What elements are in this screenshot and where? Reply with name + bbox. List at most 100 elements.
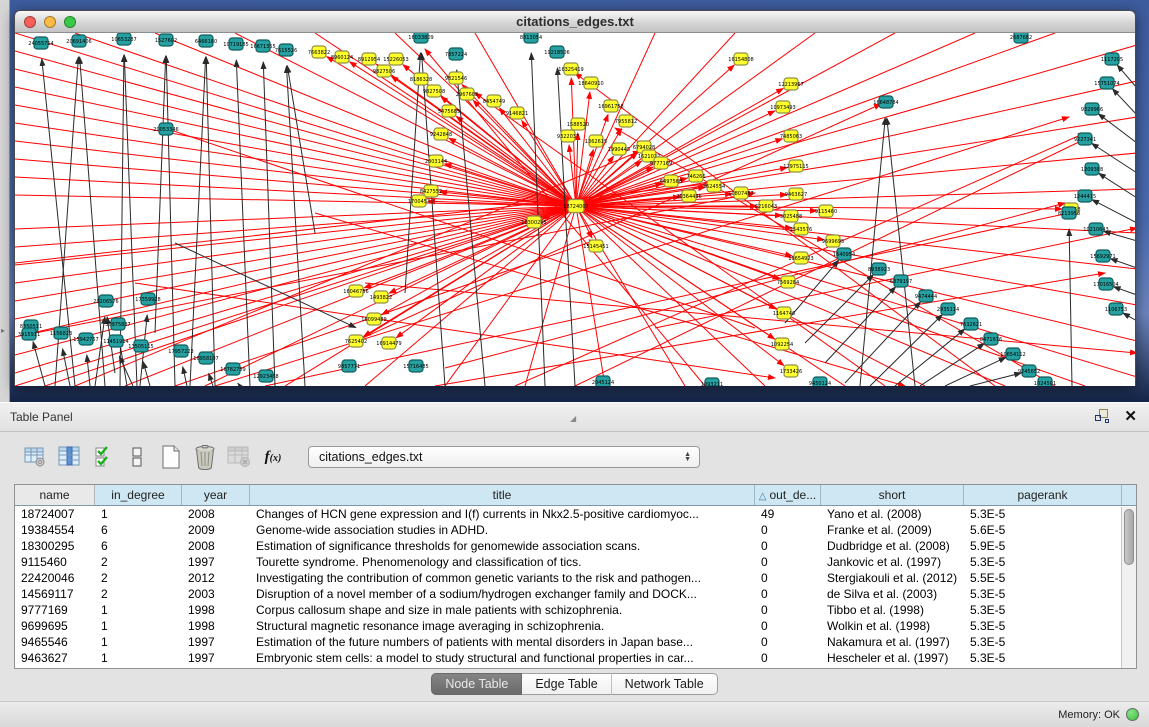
close-window-icon[interactable] bbox=[24, 16, 36, 28]
graph-node[interactable]: 20053346 bbox=[153, 123, 178, 135]
graph-node[interactable]: 10210643 bbox=[1083, 223, 1108, 235]
delete-column-icon[interactable] bbox=[190, 443, 220, 471]
graph-node[interactable]: 8186328 bbox=[410, 73, 432, 85]
graph-node[interactable]: 15692971 bbox=[1090, 250, 1115, 262]
graph-node[interactable]: 15716485 bbox=[403, 360, 428, 372]
graph-node[interactable]: 3025488 bbox=[780, 210, 802, 222]
network-canvas[interactable]: 24055714 20691406 10653287 1527602 6466160 10… bbox=[15, 33, 1135, 386]
graph-node[interactable]: 2935114 bbox=[937, 303, 959, 315]
graph-node[interactable]: 8813054 bbox=[520, 33, 542, 43]
graph-node[interactable]: 10719185 bbox=[223, 38, 248, 50]
table-row[interactable]: 1938455462009Genome-wide association stu… bbox=[15, 522, 1136, 538]
graph-node[interactable]: 1733426 bbox=[780, 365, 802, 377]
create-column-icon[interactable] bbox=[156, 443, 186, 471]
column-header-title[interactable]: title bbox=[250, 485, 755, 505]
column-header-short[interactable]: short bbox=[821, 485, 964, 505]
graph-node[interactable]: 2543576 bbox=[790, 223, 812, 235]
graph-node[interactable]: 9857771 bbox=[338, 360, 360, 372]
graph-node[interactable]: 7615526 bbox=[275, 44, 297, 56]
float-panel-icon[interactable] bbox=[1095, 409, 1110, 424]
table-row[interactable]: 946362711997Embryonic stem cells: a mode… bbox=[15, 650, 1136, 666]
graph-node[interactable]: 17957223 bbox=[168, 345, 193, 357]
scrollbar-thumb[interactable] bbox=[1124, 509, 1134, 565]
network-window-titlebar[interactable]: citations_edges.txt bbox=[15, 11, 1135, 33]
graph-node[interactable]: 16325419 bbox=[558, 63, 583, 75]
graph-node[interactable]: 5475685 bbox=[438, 105, 460, 117]
graph-node[interactable]: 12213967 bbox=[778, 78, 803, 90]
graph-node[interactable]: 6466160 bbox=[195, 35, 217, 47]
table-row[interactable]: 911546021997Tourette syndrome. Phenomeno… bbox=[15, 554, 1136, 570]
table-row[interactable]: 1830029562008Estimation of significance … bbox=[15, 538, 1136, 554]
graph-node[interactable]: 8454749 bbox=[483, 95, 505, 107]
graph-node[interactable]: 2045124 bbox=[592, 376, 614, 386]
graph-node[interactable]: 6879197 bbox=[890, 275, 912, 287]
column-header-in-degree[interactable]: in_degree bbox=[95, 485, 182, 505]
graph-node[interactable]: 1493822 bbox=[370, 291, 392, 303]
graph-node[interactable]: 20691406 bbox=[66, 35, 91, 47]
graph-node[interactable]: 1990445 bbox=[608, 143, 630, 155]
table-row[interactable]: 2242004622012Investigating the contribut… bbox=[15, 570, 1136, 586]
graph-node[interactable]: 1093211 bbox=[701, 378, 723, 386]
graph-node[interactable]: 9450124 bbox=[809, 377, 831, 386]
column-header-out-de-[interactable]: △out_de... bbox=[755, 485, 821, 505]
column-header-name[interactable]: name bbox=[15, 485, 95, 505]
graph-node[interactable]: 9329966 bbox=[1081, 103, 1103, 115]
graph-node[interactable]: 16154808 bbox=[728, 53, 753, 65]
graph-node[interactable]: 16914479 bbox=[376, 337, 401, 349]
graph-node[interactable]: 16671355 bbox=[250, 40, 275, 52]
table-scrollbar[interactable] bbox=[1121, 507, 1136, 668]
tab-edge-table[interactable]: Edge Table bbox=[522, 673, 611, 695]
split-pane-handle[interactable]: ◢ bbox=[570, 404, 576, 433]
graph-node[interactable]: 24055714 bbox=[28, 37, 53, 49]
graph-node[interactable]: 15226053 bbox=[383, 53, 408, 65]
panel-collapse-handle[interactable]: ▸ bbox=[1, 326, 5, 335]
table-row[interactable]: 946554611997Estimation of the future num… bbox=[15, 634, 1136, 650]
graph-node[interactable]: 1527602 bbox=[155, 34, 177, 46]
tab-network-table[interactable]: Network Table bbox=[612, 673, 718, 695]
graph-node[interactable]: 746266 bbox=[686, 170, 705, 182]
close-panel-icon[interactable]: ✕ bbox=[1124, 409, 1137, 424]
hide-columns-icon[interactable] bbox=[122, 443, 152, 471]
graph-node[interactable]: 17016504 bbox=[1093, 278, 1118, 290]
graph-node[interactable]: 16033809 bbox=[408, 33, 433, 43]
network-view-window[interactable]: citations_edges.txt 24055714 20691406 1065… bbox=[14, 10, 1136, 386]
graph-node[interactable]: 19218506 bbox=[544, 46, 569, 58]
table-settings-icon[interactable] bbox=[20, 443, 50, 471]
graph-node[interactable]: 7857224 bbox=[445, 48, 467, 60]
graph-node[interactable]: 10653287 bbox=[111, 33, 136, 45]
show-column-icon[interactable] bbox=[54, 443, 84, 471]
graph-node[interactable]: 2687682 bbox=[1010, 33, 1032, 43]
graph-node[interactable]: 16958107 bbox=[193, 352, 218, 364]
table-row[interactable]: 1456911722003Disruption of a novel membe… bbox=[15, 586, 1136, 602]
tab-node-table[interactable]: Node Table bbox=[431, 673, 522, 695]
minimize-window-icon[interactable] bbox=[44, 16, 56, 28]
graph-node[interactable]: 9322037 bbox=[557, 130, 579, 142]
side-panel-strip[interactable]: ▸ bbox=[0, 0, 10, 402]
graph-node[interactable]: 7663822 bbox=[308, 46, 330, 58]
graph-node[interactable]: 1024501 bbox=[1034, 377, 1056, 386]
graph-node[interactable]: 15942757 bbox=[73, 333, 98, 345]
table-row[interactable]: 977716911998Corpus callosum shape and si… bbox=[15, 602, 1136, 618]
function-builder-icon[interactable]: f(x) bbox=[258, 443, 288, 471]
graph-node[interactable]: 1209388 bbox=[1081, 163, 1103, 175]
graph-node[interactable]: 15751074 bbox=[1094, 77, 1119, 89]
graph-node[interactable]: 9699695 bbox=[822, 235, 844, 247]
graph-node[interactable]: 9115460 bbox=[815, 205, 837, 217]
column-header-year[interactable]: year bbox=[182, 485, 250, 505]
graph-node[interactable]: 16099489 bbox=[361, 313, 386, 325]
graph-node[interactable]: 7485063 bbox=[780, 130, 802, 142]
graph-node[interactable]: 9463627 bbox=[785, 188, 807, 200]
graph-node[interactable]: 16046756 bbox=[343, 285, 368, 297]
delete-table-icon[interactable] bbox=[224, 443, 254, 471]
graph-node[interactable]: 20206576 bbox=[93, 295, 118, 307]
graph-node[interactable]: 1092254 bbox=[771, 338, 793, 350]
column-header-pagerank[interactable]: pagerank bbox=[964, 485, 1122, 505]
graph-node[interactable]: 7632621 bbox=[960, 318, 982, 330]
graph-node[interactable]: 12975115 bbox=[783, 160, 808, 172]
zoom-window-icon[interactable] bbox=[64, 16, 76, 28]
table-row[interactable]: 1872400712008Changes of HCN gene express… bbox=[15, 506, 1136, 522]
graph-node[interactable]: 9827508 bbox=[423, 85, 445, 97]
graph-node[interactable]: 15145451 bbox=[583, 240, 608, 252]
table-row[interactable]: 969969511998Structural magnetic resonanc… bbox=[15, 618, 1136, 634]
graph-node[interactable]: 9821546 bbox=[445, 72, 467, 84]
